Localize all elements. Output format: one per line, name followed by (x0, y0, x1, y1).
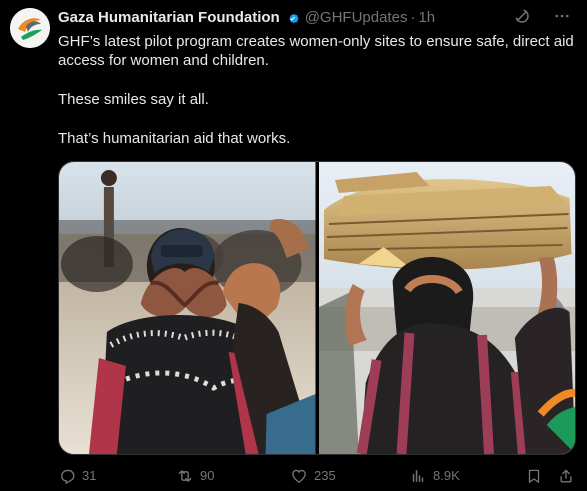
post-actions: 31 90 235 8.9K (58, 466, 578, 486)
separator: · (410, 9, 416, 26)
views-button[interactable]: 8.9K (409, 467, 460, 485)
author-name[interactable]: Gaza Humanitarian Foundation (58, 8, 280, 28)
post-top-actions (513, 7, 571, 25)
more-icon[interactable] (553, 7, 571, 25)
reply-icon (58, 467, 76, 485)
post-media[interactable] (58, 161, 576, 455)
photo-left[interactable] (59, 162, 316, 454)
like-button[interactable]: 235 (290, 467, 336, 485)
post-header: Gaza Humanitarian Foundation @GHFUpdates… (58, 8, 573, 28)
post-paragraph-1: GHF’s latest pilot program creates women… (58, 33, 574, 69)
verified-badge-icon (284, 10, 301, 27)
share-icon (557, 467, 575, 485)
avatar[interactable] (10, 8, 50, 48)
share-button[interactable] (557, 467, 575, 485)
repost-icon (176, 467, 194, 485)
bookmark-button[interactable] (525, 467, 543, 485)
heart-icon (290, 467, 308, 485)
post-paragraph-2: These smiles say it all. (58, 91, 209, 108)
views-count: 8.9K (433, 468, 460, 483)
timestamp[interactable]: 1h (418, 8, 435, 28)
repost-count: 90 (200, 468, 215, 483)
ghf-logo-icon (10, 8, 50, 48)
grok-icon[interactable] (513, 7, 531, 25)
post-text: GHF’s latest pilot program creates women… (58, 32, 578, 168)
post-card[interactable]: Gaza Humanitarian Foundation @GHFUpdates… (0, 0, 587, 491)
like-count: 235 (314, 468, 336, 483)
views-icon (409, 467, 427, 485)
post-paragraph-3: That’s humanitarian aid that works. (58, 130, 291, 147)
reply-button[interactable]: 31 (58, 467, 96, 485)
photo-right[interactable] (318, 162, 575, 454)
bookmark-icon (525, 467, 543, 485)
repost-button[interactable]: 90 (176, 467, 214, 485)
handle[interactable]: @GHFUpdates (305, 8, 408, 28)
reply-count: 31 (82, 468, 97, 483)
